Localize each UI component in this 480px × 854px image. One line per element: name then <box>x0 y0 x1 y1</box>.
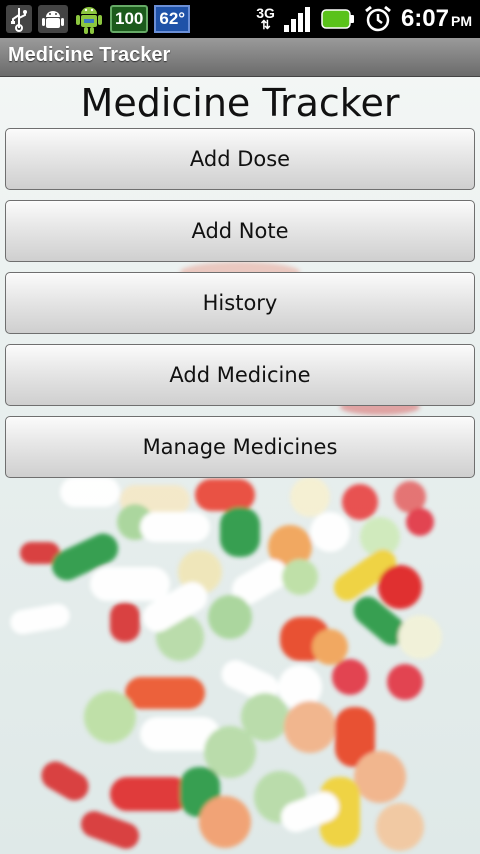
clock-ampm: PM <box>451 13 472 29</box>
temperature-icon: 62° <box>154 5 191 33</box>
app-title: Medicine Tracker <box>8 44 171 66</box>
battery-level-icon: 100 <box>110 5 149 33</box>
alarm-icon <box>363 4 393 34</box>
battery-icon <box>321 4 355 34</box>
network-3g-icon: 3G ⇅ <box>256 5 275 32</box>
clock: 6:07 PM <box>401 5 472 33</box>
signal-icon <box>283 4 313 34</box>
history-button[interactable]: History <box>5 272 475 334</box>
main-content: Medicine Tracker Add Dose Add Note Histo… <box>0 77 480 854</box>
add-medicine-button[interactable]: Add Medicine <box>5 344 475 406</box>
android-mascot-icon <box>74 4 104 34</box>
add-note-button[interactable]: Add Note <box>5 200 475 262</box>
add-dose-button[interactable]: Add Dose <box>5 128 475 190</box>
usb-icon <box>6 4 32 34</box>
manage-medicines-button[interactable]: Manage Medicines <box>5 416 475 478</box>
page-title: Medicine Tracker <box>80 81 400 125</box>
android-debug-icon <box>38 4 68 34</box>
status-bar: 100 62° 3G ⇅ 6:07 PM <box>0 0 480 38</box>
app-title-bar: Medicine Tracker <box>0 38 480 77</box>
clock-time: 6:07 <box>400 5 449 32</box>
